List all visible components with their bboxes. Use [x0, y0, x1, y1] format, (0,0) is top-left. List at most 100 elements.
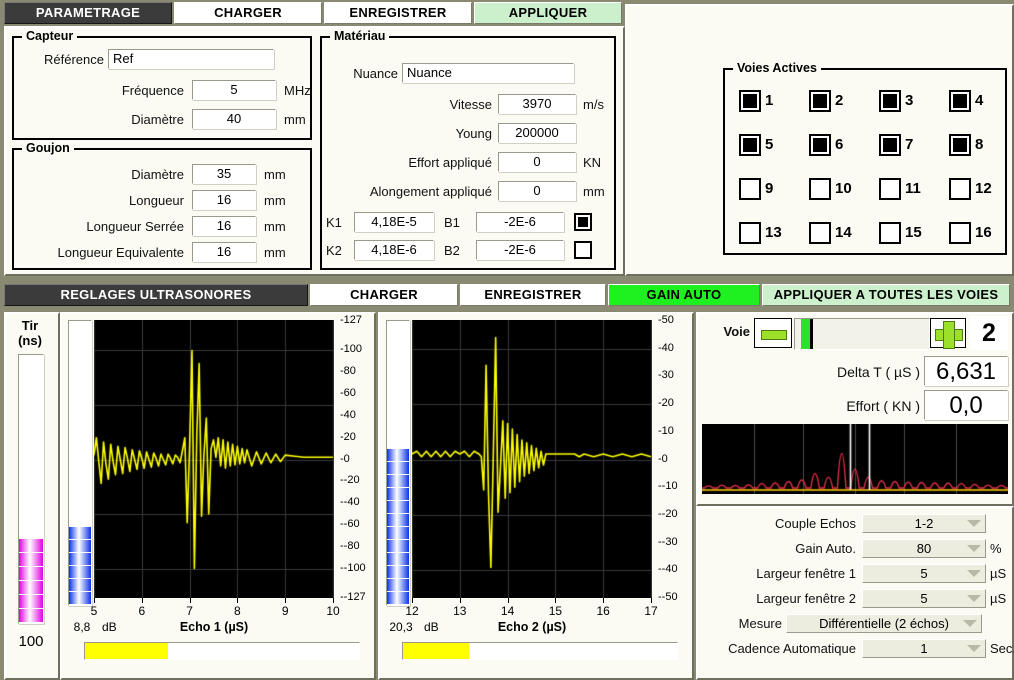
goujon-input-3[interactable]: 16 [192, 242, 256, 262]
chevron-down-icon[interactable] [967, 570, 981, 577]
mid-toolbar: REGLAGES ULTRASONORESCHARGERENREGISTRERG… [0, 284, 1014, 308]
chevron-down-icon[interactable] [967, 520, 981, 527]
chevron-down-icon[interactable] [967, 545, 981, 552]
voie-checkbox-4[interactable] [949, 90, 971, 112]
diametre-capteur-label: Diamètre [54, 112, 184, 127]
voie-checkbox-14[interactable] [809, 222, 831, 244]
coef-b-input-0[interactable]: -2E-6 [476, 212, 564, 232]
top-toolbar-button-appliquer[interactable]: APPLIQUER [474, 2, 622, 24]
voie-increment-button[interactable] [930, 318, 966, 348]
goujon-unit-1: mm [264, 193, 286, 208]
coef-checkbox-1[interactable] [574, 241, 592, 259]
echo1-chart[interactable]: -127-100-80-60-40-20-0--20--40--60--80--… [94, 320, 366, 630]
envelope-preview[interactable] [702, 424, 1008, 494]
goujon-input-2[interactable]: 16 [192, 216, 256, 236]
coef-k-input-1[interactable]: 4,18E-6 [354, 240, 434, 260]
gauge-segment [387, 553, 409, 566]
mid-toolbar-button-enregistrer[interactable]: ENREGISTRER [460, 284, 606, 306]
voie-checkbox-10[interactable] [809, 178, 831, 200]
coef-k-input-0[interactable]: 4,18E-5 [354, 212, 434, 232]
goujon-label-1: Longueur [16, 193, 184, 208]
echo1-hscrollbar[interactable] [84, 642, 360, 660]
echo2-hscroll-thumb[interactable] [403, 643, 469, 659]
materiau-unit-0: m/s [583, 97, 604, 112]
voie-checkbox-6[interactable] [809, 134, 831, 156]
readout-value-0: 6,631 [924, 356, 1008, 386]
mid-toolbar-button-charger[interactable]: CHARGER [310, 284, 458, 306]
x-tick: 13 [448, 604, 472, 618]
voie-checkbox-16[interactable] [949, 222, 971, 244]
reference-input[interactable]: Ref [108, 49, 274, 69]
voie-checkbox-8[interactable] [949, 134, 971, 156]
voie-checkbox-label-12: 12 [975, 180, 992, 197]
frequence-input[interactable]: 5 [192, 80, 276, 100]
echo1-gain-gauge [68, 320, 92, 606]
voie-checkbox-9[interactable] [739, 178, 761, 200]
top-toolbar-button-enregistrer[interactable]: ENREGISTRER [324, 2, 472, 24]
goujon-input-1[interactable]: 16 [192, 190, 256, 210]
materiau-input-2[interactable]: 0 [498, 152, 576, 172]
voie-decrement-button[interactable] [754, 318, 792, 348]
voie-checkbox-7[interactable] [879, 134, 901, 156]
y-tick: --40 [658, 563, 678, 575]
y-tick: -127 [340, 314, 362, 326]
gauge-segment [19, 539, 43, 553]
setting-combo-0[interactable]: 1-2 [862, 514, 986, 533]
voie-checkbox-1[interactable] [739, 90, 761, 112]
x-tick-mark [651, 598, 652, 603]
voie-checkbox-12[interactable] [949, 178, 971, 200]
voie-checkbox-label-3: 3 [905, 92, 913, 109]
voie-checkbox-label-11: 11 [905, 180, 921, 197]
setting-value-3: 5 [920, 591, 927, 606]
voie-checkbox-5[interactable] [739, 134, 761, 156]
y-tick: -10 [658, 425, 674, 437]
goujon-group: Goujon Diamètre35mmLongueur16mmLongueur … [12, 148, 312, 270]
top-toolbar-button-charger[interactable]: CHARGER [174, 2, 322, 24]
voie-slider-track[interactable] [794, 318, 930, 350]
setting-combo-1[interactable]: 80 [862, 539, 986, 558]
echo2-hscrollbar[interactable] [402, 642, 678, 660]
voie-checkbox-3[interactable] [879, 90, 901, 112]
diametre-capteur-input[interactable]: 40 [192, 109, 276, 129]
mid-toolbar-button-gain-auto[interactable]: GAIN AUTO [608, 284, 760, 306]
voie-checkbox-13[interactable] [739, 222, 761, 244]
gauge-segment [387, 462, 409, 475]
gauge-segment [19, 595, 43, 609]
materiau-label-3: Alongement appliqué [324, 184, 492, 199]
materiau-group: Matériau Nuance Nuance Vitesse3970m/sYou… [320, 36, 616, 270]
parametrage-panel: Capteur Référence Ref Fréquence 5 MHz Di… [4, 26, 625, 276]
y-tick: -50 [658, 314, 674, 326]
setting-combo-3[interactable]: 5 [862, 589, 986, 608]
mid-toolbar-button-appliquer-a-toutes-les-voies[interactable]: APPLIQUER A TOUTES LES VOIES [762, 284, 1010, 306]
top-toolbar-button-parametrage[interactable]: PARAMETRAGE [4, 2, 172, 24]
voie-slider-thumb[interactable] [801, 319, 813, 349]
chevron-down-icon[interactable] [967, 645, 981, 652]
gauge-segment [69, 579, 91, 592]
echo1-hscroll-thumb[interactable] [85, 643, 168, 659]
mid-toolbar-button-reglages-ultrasonores[interactable]: REGLAGES ULTRASONORES [4, 284, 308, 306]
echo2-chart[interactable]: -50-40-30-20-10-0--10--20--30--40--50 12… [412, 320, 684, 630]
coef-k-label-1: K2 [326, 243, 342, 258]
setting-combo-5[interactable]: 1 [862, 639, 986, 658]
voie-checkbox-label-1: 1 [765, 92, 773, 109]
materiau-input-1[interactable]: 200000 [498, 123, 576, 143]
coef-checkbox-0[interactable] [574, 213, 592, 231]
setting-combo-2[interactable]: 5 [862, 564, 986, 583]
voie-checkbox-2[interactable] [809, 90, 831, 112]
nuance-input[interactable]: Nuance [402, 63, 574, 83]
chevron-down-icon[interactable] [967, 595, 981, 602]
setting-combo-4[interactable]: Différentielle (2 échos) [786, 614, 982, 633]
frequence-label: Fréquence [54, 83, 184, 98]
chevron-down-icon[interactable] [963, 620, 977, 627]
x-tick: 14 [496, 604, 520, 618]
x-tick-mark [190, 598, 191, 603]
y-tick: --60 [340, 518, 360, 530]
goujon-input-0[interactable]: 35 [192, 164, 256, 184]
materiau-input-3[interactable]: 0 [498, 181, 576, 201]
materiau-input-0[interactable]: 3970 [498, 94, 576, 114]
coef-b-input-1[interactable]: -2E-6 [476, 240, 564, 260]
voie-checkbox-11[interactable] [879, 178, 901, 200]
voie-checkbox-15[interactable] [879, 222, 901, 244]
frequence-unit: MHz [284, 83, 311, 98]
y-tick: -60 [340, 387, 356, 399]
